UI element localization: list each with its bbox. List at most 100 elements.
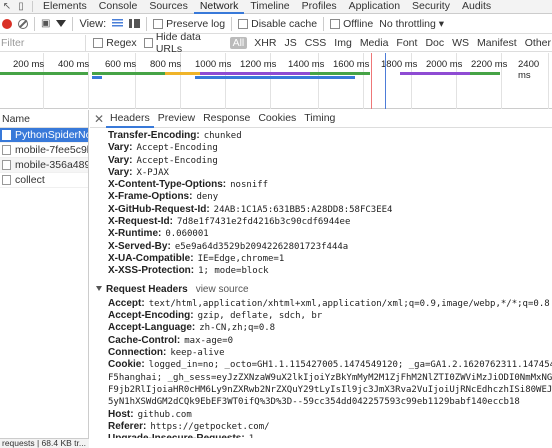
header-value-continuation: F9jb2RlIjoiaHR0cHM6Ly9nZXRwb2NrZXQuY29tL…: [108, 384, 552, 396]
header-value: X-PJAX: [136, 167, 169, 178]
header-value: github.com: [137, 409, 192, 420]
expand-triangle-icon[interactable]: [96, 286, 102, 292]
request-row[interactable]: PythonSpiderNotes: [0, 128, 88, 143]
divider: [34, 16, 35, 31]
details-tab-response[interactable]: Response: [199, 110, 254, 128]
checkbox-box[interactable]: [238, 18, 249, 29]
header-row: X-Request-Id: 7d8e1f7431e2fd4216b3c90cdf6…: [108, 216, 552, 228]
large-rows-view-icon[interactable]: [112, 19, 124, 28]
header-name: Host:: [108, 408, 134, 420]
status-bar: requests | 68.4 KB tr...: [0, 438, 89, 448]
filter-type-media[interactable]: Media: [359, 37, 390, 49]
filter-type-xhr[interactable]: XHR: [253, 37, 277, 49]
header-name: X-Runtime:: [108, 228, 162, 240]
filter-type-ws[interactable]: WS: [451, 37, 470, 49]
regex-label: Regex: [106, 37, 137, 49]
clear-button[interactable]: [18, 18, 28, 29]
device-toolbar-icon[interactable]: ▯: [14, 0, 28, 13]
checkbox-box[interactable]: [93, 38, 104, 48]
filter-type-all[interactable]: All: [229, 37, 248, 49]
tab-profiles[interactable]: Profiles: [296, 0, 343, 14]
preserve-log-label: Preserve log: [166, 17, 226, 30]
request-row[interactable]: collect: [0, 173, 88, 188]
throttling-value: No throttling: [379, 17, 436, 30]
filter-type-img[interactable]: Img: [333, 37, 353, 49]
request-details-panel: ✕ Headers Preview Response Cookies Timing Tr…: [90, 110, 552, 438]
tab-timeline[interactable]: Timeline: [244, 0, 295, 14]
request-name: mobile-7fee5c9b8f...: [15, 144, 88, 156]
header-name: Vary:: [108, 142, 133, 154]
header-value: 24AB:1C1A5:631BB5:A28DD8:58FC3EE4: [213, 204, 393, 215]
checkbox-box[interactable]: [153, 18, 164, 29]
view-source-link[interactable]: view source: [196, 284, 249, 295]
header-row: X-Runtime: 0.060001: [108, 228, 552, 240]
header-name: Cache-Control:: [108, 334, 181, 346]
tab-audits[interactable]: Audits: [456, 0, 497, 14]
filter-type-css[interactable]: CSS: [304, 37, 328, 49]
header-name: Vary:: [108, 166, 133, 178]
throttling-select[interactable]: No throttling ▾: [379, 18, 444, 30]
details-tab-preview[interactable]: Preview: [154, 110, 199, 128]
domcontentloaded-marker: [385, 53, 386, 109]
timeline-bar: [200, 72, 310, 75]
request-row[interactable]: mobile-7fee5c9b8f...: [0, 143, 88, 158]
close-details-icon[interactable]: ✕: [92, 112, 106, 126]
checkbox-box[interactable]: [330, 18, 341, 29]
filter-type-other[interactable]: Other: [524, 37, 552, 49]
header-value: 7d8e1f7431e2fd4216b3c90cdf6944ee: [177, 217, 351, 228]
checkbox-box[interactable]: [143, 38, 153, 48]
timeline-tick-label: 600 ms: [105, 59, 137, 70]
details-tab-timing[interactable]: Timing: [300, 110, 339, 128]
header-row: X-XSS-Protection: 1; mode=block: [108, 265, 552, 277]
filter-funnel-icon[interactable]: [56, 20, 67, 27]
request-headers-section[interactable]: Request Headers view source: [96, 284, 552, 296]
tab-network[interactable]: Network: [193, 0, 245, 14]
details-tab-cookies[interactable]: Cookies: [254, 110, 300, 128]
divider: [231, 16, 233, 31]
overview-view-icon[interactable]: [129, 19, 141, 28]
filter-input[interactable]: Filter: [0, 35, 87, 51]
header-value: https://getpocket.com/: [150, 421, 270, 432]
filter-type-manifest[interactable]: Manifest: [476, 37, 518, 49]
record-button[interactable]: [2, 18, 12, 29]
regex-checkbox[interactable]: Regex: [93, 37, 137, 49]
filter-bar: Filter Regex Hide data URLs All XHR JS CSS I…: [0, 31, 552, 55]
screenshot-camera-icon[interactable]: ▣: [41, 18, 50, 29]
headers-content: Transfer-Encoding: chunked Vary: Accept-Enc…: [90, 128, 552, 438]
header-name: Upgrade-Insecure-Requests:: [108, 433, 245, 438]
divider: [32, 1, 33, 12]
tab-elements[interactable]: Elements: [37, 0, 93, 14]
header-row: Vary: X-PJAX: [108, 167, 552, 179]
offline-checkbox[interactable]: Offline: [330, 18, 373, 30]
header-row: X-Frame-Options: deny: [108, 191, 552, 203]
timeline-tick-label: 2400 ms: [518, 59, 540, 81]
tab-security[interactable]: Security: [406, 0, 456, 14]
divider: [72, 16, 74, 31]
tab-console[interactable]: Console: [93, 0, 144, 14]
preserve-log-checkbox[interactable]: Preserve log: [153, 18, 225, 30]
filter-type-font[interactable]: Font: [395, 37, 418, 49]
name-column-header[interactable]: Name: [0, 110, 88, 128]
timeline-tick-label: 1200 ms: [240, 59, 277, 70]
request-row[interactable]: mobile-356a489bc...: [0, 158, 88, 173]
header-row: X-GitHub-Request-Id: 24AB:1C1A5:631BB5:A2…: [108, 204, 552, 216]
header-value-continuation: 5yN1hXSWdGM2dCQk9EbEF3WT0ifQ%3D%3D--59cc…: [108, 396, 552, 408]
header-row: X-Content-Type-Options: nosniff: [108, 179, 552, 191]
timeline-bar: [92, 76, 102, 79]
header-name: Referer:: [108, 420, 147, 432]
details-tab-headers[interactable]: Headers: [106, 110, 154, 128]
filter-type-doc[interactable]: Doc: [424, 37, 445, 49]
inspect-element-icon[interactable]: ↖: [0, 0, 14, 13]
header-value: IE=Edge,chrome=1: [197, 253, 285, 264]
header-row: Transfer-Encoding: chunked: [108, 130, 552, 142]
timeline-bar: [310, 72, 370, 75]
disable-cache-checkbox[interactable]: Disable cache: [238, 18, 317, 30]
timeline-overview[interactable]: 200 ms 400 ms 600 ms 800 ms 1000 ms 1200 ms 14…: [0, 53, 552, 109]
disable-cache-label: Disable cache: [251, 17, 318, 30]
tab-sources[interactable]: Sources: [143, 0, 194, 14]
header-row: Vary: Accept-Encoding: [108, 142, 552, 154]
header-name: X-Content-Type-Options:: [108, 179, 227, 191]
filter-type-js[interactable]: JS: [283, 37, 297, 49]
tab-application[interactable]: Application: [343, 0, 406, 14]
hide-data-urls-checkbox[interactable]: Hide data URLs: [143, 31, 223, 55]
